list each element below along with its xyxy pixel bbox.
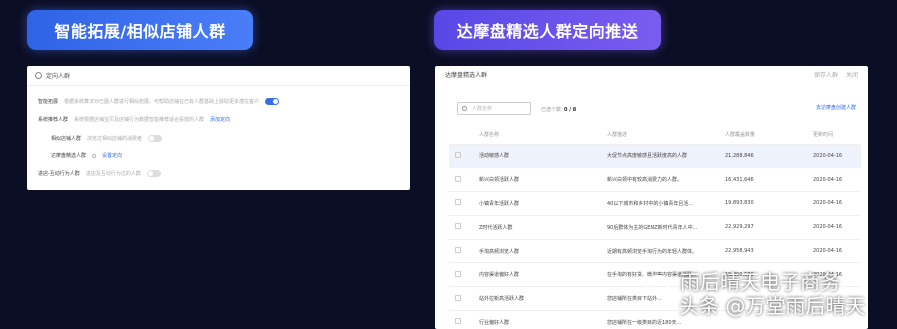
- row-checkbox[interactable]: [455, 318, 461, 325]
- search-placeholder: 人群名称: [472, 106, 493, 112]
- damopan-title-pill: 达摩盘精选人群定向推送: [434, 10, 661, 50]
- wechat-logo-icon: [646, 275, 670, 293]
- row-desc: 系统根据店铺宝贝及店铺行为数据智能推荐适合投放的人群: [74, 117, 205, 123]
- crowd-count: 19,893,830: [725, 191, 813, 216]
- create-crowd-link[interactable]: 去达摩盘创建人群: [816, 104, 856, 111]
- row-desc: 根据系统算法对已圈人群进行相似拓展，可帮助店铺在已有人群基础上获取更多潜在客户: [64, 99, 260, 105]
- crowd-date: 2020-04-16: [813, 191, 861, 216]
- smart-expand-title-pill: 智能拓展/相似店铺人群: [27, 10, 253, 50]
- crowd-count: 22,958,943: [725, 239, 813, 264]
- crowd-desc: 近期有高频浏览手淘行为的年轻人群体。: [607, 239, 725, 264]
- crowd-desc: 40以下城市和乡村中的小镇青年且活...: [607, 191, 725, 216]
- crowd-name: 行业偏好人群: [475, 310, 607, 329]
- crowd-name: 活动敏感人群: [475, 144, 607, 169]
- crowd-date: 2020-04-16: [813, 167, 861, 193]
- targeting-panel-header: 定向人群: [27, 66, 410, 86]
- table-row[interactable]: Z时代活跃人群 90后群体为主的GENZ新时代青年人中... 22,929,29…: [449, 215, 861, 240]
- damopan-title: 达摩盘精选人群定向推送: [456, 22, 639, 41]
- selected-value: 0 / 8: [564, 107, 577, 113]
- row-checkbox[interactable]: [455, 294, 461, 301]
- similar-store-toggle[interactable]: [148, 135, 163, 142]
- crowd-count: 21,288,846: [725, 144, 813, 169]
- crowd-name: 小镇青年活跃人群: [475, 191, 607, 216]
- help-icon: [92, 153, 97, 158]
- row-label: 相似店铺人群: [51, 136, 82, 142]
- watermark-line1: 雨后晴天电子商务: [680, 270, 840, 294]
- row-checkbox[interactable]: [455, 151, 461, 158]
- col-desc: 人群描述: [607, 126, 725, 145]
- dialog-title: 达摩盘精选人群: [445, 72, 488, 79]
- save-crowd-button[interactable]: 保存人群: [814, 70, 838, 79]
- selected-label: 已选个数: [541, 107, 562, 113]
- row-checkbox[interactable]: [455, 270, 461, 277]
- row-checkbox[interactable]: [455, 175, 461, 182]
- col-count: 人群覆盖数量: [725, 126, 813, 145]
- crowd-name: 手淘高频浏览人群: [475, 239, 607, 264]
- close-button[interactable]: 关闭: [846, 70, 858, 79]
- targeting-panel-title: 定向人群: [46, 73, 71, 80]
- crowd-name: 站外拉新高活跃人群: [475, 286, 607, 312]
- crowd-date: 2020-04-16: [813, 215, 861, 240]
- dialog-header: 达摩盘精选人群 保存人群 关闭: [435, 66, 868, 83]
- crowd-count: 22,929,297: [725, 215, 813, 240]
- crowd-search-input[interactable]: 人群名称: [457, 102, 531, 115]
- targeting-panel: 定向人群 智能拓展 根据系统算法对已圈人群进行相似拓展，可帮助店铺在已有人群基础…: [27, 66, 410, 190]
- row-desc: 进店及互动行为过的人群: [85, 171, 141, 177]
- add-targeting-link[interactable]: 添加定向: [210, 116, 230, 123]
- system-recommend-row: 系统推荐人群 系统根据店铺宝贝及店铺行为数据智能推荐适合投放的人群 添加定向: [38, 116, 230, 123]
- table-header-row: 人群名称 人群描述 人群覆盖数量 更新时间: [449, 126, 861, 145]
- table-row[interactable]: 小镇青年活跃人群 40以下城市和乡村中的小镇青年且活... 19,893,830…: [449, 191, 861, 216]
- header-checkbox-cell: [449, 126, 475, 145]
- smart-expand-title: 智能拓展/相似店铺人群: [54, 22, 226, 41]
- watermark-line2: 头条 @万堂雨后晴天: [679, 294, 866, 318]
- col-date: 更新时间: [813, 126, 861, 145]
- set-targeting-link[interactable]: 设置定向: [102, 152, 122, 159]
- people-icon: [35, 72, 42, 79]
- row-label: 进店-互动行为人群: [38, 171, 80, 177]
- crowd-date: 2020-04-16: [813, 144, 861, 169]
- table-row[interactable]: 新兴白领活跃人群 新兴白领中有较高消费力的人群。 16,431,646 2020…: [449, 167, 861, 193]
- crowd-desc: 大促节点高度敏感且活跃度高的人群: [607, 144, 725, 169]
- damopan-row: 达摩盘精选人群 设置定向: [51, 152, 122, 159]
- row-checkbox[interactable]: [455, 223, 461, 230]
- row-desc: 浏览过相似店铺的消费者: [87, 136, 143, 142]
- crowd-name: Z时代活跃人群: [475, 215, 607, 240]
- similar-store-row: 相似店铺人群 浏览过相似店铺的消费者: [51, 135, 163, 142]
- row-label: 达摩盘精选人群: [51, 153, 87, 159]
- crowd-name: 新兴白领活跃人群: [475, 167, 607, 193]
- crowd-desc: 90后群体为主的GENZ新时代青年人中...: [607, 215, 725, 240]
- row-checkbox[interactable]: [455, 199, 461, 206]
- crowd-count: 16,431,646: [725, 167, 813, 193]
- crowd-desc: 新兴白领中有较高消费力的人群。: [607, 167, 725, 193]
- smart-expand-row: 智能拓展 根据系统算法对已圈人群进行相似拓展，可帮助店铺在已有人群基础上获取更多…: [38, 98, 280, 105]
- table-row[interactable]: 手淘高频浏览人群 近期有高频浏览手淘行为的年轻人群体。 22,958,943 2…: [449, 239, 861, 264]
- crowd-date: 2020-04-16: [813, 239, 861, 264]
- selected-count: 已选个数 0 / 8: [541, 106, 576, 113]
- table-row[interactable]: 活动敏感人群 大促节点高度敏感且活跃度高的人群 21,288,846 2020-…: [449, 144, 861, 169]
- row-checkbox[interactable]: [455, 247, 461, 254]
- crowd-name: 内容渠道偏好人群: [475, 262, 607, 288]
- row-label: 系统推荐人群: [38, 117, 69, 123]
- search-icon: [462, 106, 467, 111]
- store-interaction-toggle[interactable]: [146, 170, 161, 177]
- col-name: 人群名称: [475, 126, 607, 145]
- row-label: 智能拓展: [38, 99, 59, 105]
- smart-expand-toggle[interactable]: [265, 98, 280, 105]
- store-interaction-row: 进店-互动行为人群 进店及互动行为过的人群: [38, 170, 161, 177]
